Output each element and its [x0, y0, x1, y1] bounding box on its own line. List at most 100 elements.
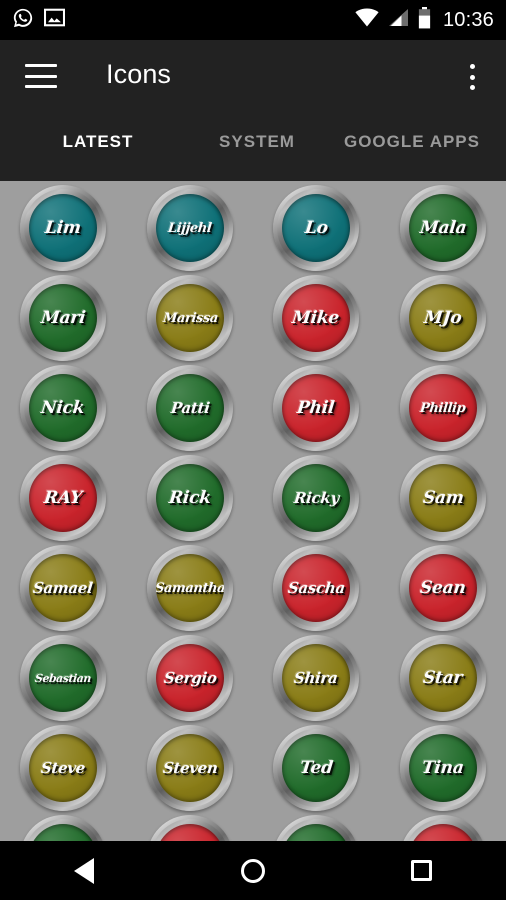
badge-bezel[interactable]: [20, 815, 106, 841]
badge-bezel[interactable]: Star: [400, 635, 486, 721]
icon-tile[interactable]: Lo: [271, 183, 361, 273]
icon-tile[interactable]: Sascha: [271, 543, 361, 633]
badge-bezel[interactable]: Steve: [20, 725, 106, 811]
badge-bezel[interactable]: Lijjehl: [147, 185, 233, 271]
badge-bezel[interactable]: Patti: [147, 365, 233, 451]
icon-grid[interactable]: Lim Lijjehl Lo Mala Mari Marissa Mike MJo Nick Pa…: [0, 181, 506, 841]
badge-bezel[interactable]: RAY: [20, 455, 106, 541]
badge-bezel[interactable]: Lim: [20, 185, 106, 271]
icon-tile[interactable]: Sean: [398, 543, 488, 633]
badge-bezel[interactable]: Mike: [273, 275, 359, 361]
icon-tile[interactable]: Steve: [18, 723, 108, 813]
badge-bezel[interactable]: Phil: [273, 365, 359, 451]
icon-tile[interactable]: [18, 813, 108, 841]
badge-bezel[interactable]: Mala: [400, 185, 486, 271]
badge-bezel[interactable]: Tina: [400, 725, 486, 811]
badge-bezel[interactable]: MJo: [400, 275, 486, 361]
badge-bezel[interactable]: Lo: [273, 185, 359, 271]
badge-bezel[interactable]: Mari: [20, 275, 106, 361]
icon-tile[interactable]: Shira: [271, 633, 361, 723]
badge-bezel[interactable]: Ted: [273, 725, 359, 811]
badge-bezel[interactable]: Phillip: [400, 365, 486, 451]
badge-label: Phillip: [419, 400, 467, 416]
badge-face: Steve: [29, 734, 97, 802]
icon-tile[interactable]: [271, 813, 361, 841]
badge-bezel[interactable]: Sam: [400, 455, 486, 541]
icon-tile[interactable]: Sebastian: [18, 633, 108, 723]
recents-button[interactable]: [382, 841, 462, 900]
badge-bezel[interactable]: Sergio: [147, 635, 233, 721]
badge-bezel[interactable]: Rick: [147, 455, 233, 541]
status-bar: 10:36: [0, 0, 506, 40]
badge-label: MJo: [423, 308, 463, 328]
badge-face: Patti: [156, 374, 224, 442]
badge-bezel[interactable]: [400, 815, 486, 841]
badge-bezel[interactable]: Steven: [147, 725, 233, 811]
icon-tile[interactable]: Steven: [145, 723, 235, 813]
badge-label: Phil: [296, 398, 336, 418]
back-button[interactable]: [44, 841, 124, 900]
badge-label: Tina: [421, 758, 465, 778]
recents-square-icon: [411, 860, 433, 881]
page-title: Icons: [106, 59, 172, 89]
badge-label: Mari: [39, 308, 87, 328]
badge-bezel[interactable]: [273, 815, 359, 841]
badge-bezel[interactable]: Ricky: [273, 455, 359, 541]
icon-tile[interactable]: Ted: [271, 723, 361, 813]
icon-tile[interactable]: Sam: [398, 453, 488, 543]
icon-tile[interactable]: Rick: [145, 453, 235, 543]
badge-face: Lijjehl: [156, 194, 224, 262]
badge-bezel[interactable]: Nick: [20, 365, 106, 451]
icon-tile[interactable]: Lijjehl: [145, 183, 235, 273]
badge-bezel[interactable]: Sebastian: [20, 635, 106, 721]
icon-tile[interactable]: Sergio: [145, 633, 235, 723]
gallery-icon: [43, 8, 66, 32]
icon-tile[interactable]: Ricky: [271, 453, 361, 543]
badge-face: Shira: [282, 644, 350, 712]
icon-tile[interactable]: Tina: [398, 723, 488, 813]
badge-face: Sean: [409, 554, 477, 622]
badge-bezel[interactable]: Shira: [273, 635, 359, 721]
badge-face: Lim: [29, 194, 97, 262]
tab-latest[interactable]: LATEST: [0, 132, 196, 160]
badge-bezel[interactable]: Marissa: [147, 275, 233, 361]
badge-label: Patti: [169, 399, 211, 417]
badge-face: MJo: [409, 284, 477, 352]
icon-tile[interactable]: Phil: [271, 363, 361, 453]
icon-tile[interactable]: Mala: [398, 183, 488, 273]
icon-tile[interactable]: MJo: [398, 273, 488, 363]
badge-label: RAY: [42, 488, 84, 508]
badge-bezel[interactable]: Samael: [20, 545, 106, 631]
home-button[interactable]: [213, 841, 293, 900]
icon-tile[interactable]: Patti: [145, 363, 235, 453]
badge-bezel[interactable]: Samantha: [147, 545, 233, 631]
icon-tile[interactable]: Mari: [18, 273, 108, 363]
icon-tile[interactable]: Marissa: [145, 273, 235, 363]
badge-label: Sergio: [162, 669, 218, 687]
icon-tile[interactable]: Star: [398, 633, 488, 723]
badge-label: Rick: [167, 488, 213, 508]
icon-tile[interactable]: [398, 813, 488, 841]
badge-label: Mala: [418, 218, 468, 238]
badge-bezel[interactable]: Sascha: [273, 545, 359, 631]
badge-label: Steven: [161, 759, 219, 777]
hamburger-menu-icon[interactable]: [25, 64, 57, 88]
badge-face: [282, 824, 350, 841]
tab-system[interactable]: SYSTEM: [196, 132, 318, 160]
tab-google-apps[interactable]: GOOGLE APPS: [318, 132, 506, 160]
icon-tile[interactable]: RAY: [18, 453, 108, 543]
tab-bar: LATEST SYSTEM GOOGLE APPS: [0, 112, 506, 181]
badge-bezel[interactable]: Sean: [400, 545, 486, 631]
back-triangle-icon: [74, 857, 95, 884]
icon-tile[interactable]: Mike: [271, 273, 361, 363]
icon-tile[interactable]: [145, 813, 235, 841]
overflow-menu-icon[interactable]: [460, 62, 484, 92]
icon-tile[interactable]: Nick: [18, 363, 108, 453]
status-bar-clock: 10:36: [442, 8, 494, 31]
icon-tile[interactable]: Phillip: [398, 363, 488, 453]
badge-label: Nick: [40, 398, 86, 418]
badge-bezel[interactable]: [147, 815, 233, 841]
icon-tile[interactable]: Samantha: [145, 543, 235, 633]
icon-tile[interactable]: Lim: [18, 183, 108, 273]
icon-tile[interactable]: Samael: [18, 543, 108, 633]
